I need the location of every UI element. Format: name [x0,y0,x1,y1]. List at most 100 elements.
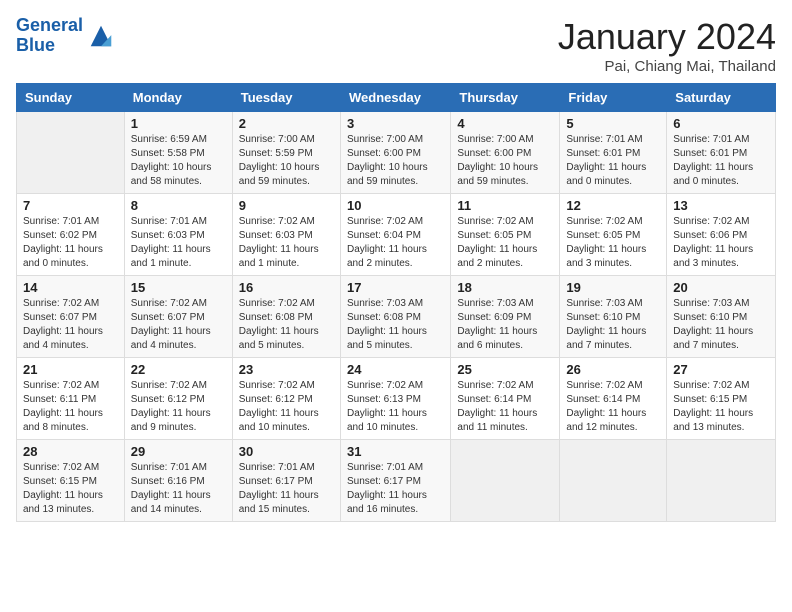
day-info: Sunrise: 7:02 AM Sunset: 6:15 PM Dayligh… [23,461,118,517]
day-cell: 6 Sunrise: 7:01 AM Sunset: 6:01 PM Daylig… [667,112,776,194]
day-number: 8 [131,198,226,213]
col-header-tuesday: Tuesday [232,84,340,112]
col-header-saturday: Saturday [667,84,776,112]
day-number: 1 [131,116,226,131]
week-row-2: 14 Sunrise: 7:02 AM Sunset: 6:07 PM Dayli… [17,276,776,358]
day-cell: 13 Sunrise: 7:02 AM Sunset: 6:06 PM Dayli… [667,194,776,276]
day-number: 7 [23,198,118,213]
day-cell [451,440,560,522]
day-info: Sunrise: 7:02 AM Sunset: 6:07 PM Dayligh… [131,297,226,353]
day-cell: 5 Sunrise: 7:01 AM Sunset: 6:01 PM Daylig… [560,112,667,194]
day-cell: 1 Sunrise: 6:59 AM Sunset: 5:58 PM Daylig… [124,112,232,194]
day-number: 18 [457,280,553,295]
day-cell: 27Sunrise: 7:02 AM Sunset: 6:15 PM Dayli… [667,358,776,440]
day-number: 6 [673,116,769,131]
day-info: Sunrise: 7:02 AM Sunset: 6:15 PM Dayligh… [673,379,769,435]
day-cell [667,440,776,522]
day-info: Sunrise: 7:01 AM Sunset: 6:16 PM Dayligh… [131,461,226,517]
day-info: Sunrise: 7:01 AM Sunset: 6:17 PM Dayligh… [347,461,444,517]
day-info: Sunrise: 7:01 AM Sunset: 6:01 PM Dayligh… [566,133,660,189]
day-info: Sunrise: 7:00 AM Sunset: 6:00 PM Dayligh… [457,133,553,189]
day-info: Sunrise: 7:03 AM Sunset: 6:10 PM Dayligh… [673,297,769,353]
header: General Blue January 2024 Pai, Chiang Ma… [16,16,776,75]
day-number: 10 [347,198,444,213]
day-cell: 16 Sunrise: 7:02 AM Sunset: 6:08 PM Dayli… [232,276,340,358]
day-number: 28 [23,444,118,459]
day-cell: 11 Sunrise: 7:02 AM Sunset: 6:05 PM Dayli… [451,194,560,276]
day-number: 2 [239,116,334,131]
day-info: Sunrise: 7:02 AM Sunset: 6:07 PM Dayligh… [23,297,118,353]
location: Pai, Chiang Mai, Thailand [558,58,776,75]
month-title: January 2024 [558,16,776,58]
day-info: Sunrise: 6:59 AM Sunset: 5:58 PM Dayligh… [131,133,226,189]
day-info: Sunrise: 7:02 AM Sunset: 6:06 PM Dayligh… [673,215,769,271]
day-cell: 26Sunrise: 7:02 AM Sunset: 6:14 PM Dayli… [560,358,667,440]
day-number: 13 [673,198,769,213]
day-cell: 8 Sunrise: 7:01 AM Sunset: 6:03 PM Daylig… [124,194,232,276]
day-cell: 12Sunrise: 7:02 AM Sunset: 6:05 PM Dayli… [560,194,667,276]
day-cell: 21 Sunrise: 7:02 AM Sunset: 6:11 PM Dayli… [17,358,125,440]
day-number: 15 [131,280,226,295]
day-number: 5 [566,116,660,131]
day-number: 11 [457,198,553,213]
day-info: Sunrise: 7:00 AM Sunset: 6:00 PM Dayligh… [347,133,444,189]
col-header-wednesday: Wednesday [340,84,450,112]
day-cell: 22 Sunrise: 7:02 AM Sunset: 6:12 PM Dayli… [124,358,232,440]
day-number: 16 [239,280,334,295]
day-cell: 7 Sunrise: 7:01 AM Sunset: 6:02 PM Daylig… [17,194,125,276]
day-info: Sunrise: 7:03 AM Sunset: 6:09 PM Dayligh… [457,297,553,353]
day-cell: 19 Sunrise: 7:03 AM Sunset: 6:10 PM Dayli… [560,276,667,358]
day-cell: 3 Sunrise: 7:00 AM Sunset: 6:00 PM Daylig… [340,112,450,194]
day-info: Sunrise: 7:01 AM Sunset: 6:01 PM Dayligh… [673,133,769,189]
day-info: Sunrise: 7:02 AM Sunset: 6:12 PM Dayligh… [131,379,226,435]
day-info: Sunrise: 7:02 AM Sunset: 6:12 PM Dayligh… [239,379,334,435]
title-area: January 2024 Pai, Chiang Mai, Thailand [558,16,776,75]
day-info: Sunrise: 7:02 AM Sunset: 6:04 PM Dayligh… [347,215,444,271]
col-header-monday: Monday [124,84,232,112]
day-info: Sunrise: 7:03 AM Sunset: 6:10 PM Dayligh… [566,297,660,353]
day-cell: 24Sunrise: 7:02 AM Sunset: 6:13 PM Dayli… [340,358,450,440]
col-header-thursday: Thursday [451,84,560,112]
day-info: Sunrise: 7:02 AM Sunset: 6:13 PM Dayligh… [347,379,444,435]
day-info: Sunrise: 7:02 AM Sunset: 6:05 PM Dayligh… [566,215,660,271]
day-cell: 14 Sunrise: 7:02 AM Sunset: 6:07 PM Dayli… [17,276,125,358]
calendar-table: SundayMondayTuesdayWednesdayThursdayFrid… [16,83,776,522]
day-number: 21 [23,362,118,377]
day-info: Sunrise: 7:02 AM Sunset: 6:05 PM Dayligh… [457,215,553,271]
day-number: 30 [239,444,334,459]
day-number: 31 [347,444,444,459]
week-row-0: 1 Sunrise: 6:59 AM Sunset: 5:58 PM Daylig… [17,112,776,194]
day-cell: 9Sunrise: 7:02 AM Sunset: 6:03 PM Daylig… [232,194,340,276]
day-info: Sunrise: 7:02 AM Sunset: 6:08 PM Dayligh… [239,297,334,353]
day-number: 20 [673,280,769,295]
day-number: 17 [347,280,444,295]
day-cell: 31 Sunrise: 7:01 AM Sunset: 6:17 PM Dayli… [340,440,450,522]
day-info: Sunrise: 7:01 AM Sunset: 6:02 PM Dayligh… [23,215,118,271]
day-cell: 10 Sunrise: 7:02 AM Sunset: 6:04 PM Dayli… [340,194,450,276]
day-number: 19 [566,280,660,295]
day-number: 22 [131,362,226,377]
day-info: Sunrise: 7:01 AM Sunset: 6:17 PM Dayligh… [239,461,334,517]
day-number: 4 [457,116,553,131]
week-row-3: 21 Sunrise: 7:02 AM Sunset: 6:11 PM Dayli… [17,358,776,440]
col-header-sunday: Sunday [17,84,125,112]
day-number: 3 [347,116,444,131]
day-cell: 23 Sunrise: 7:02 AM Sunset: 6:12 PM Dayli… [232,358,340,440]
week-row-4: 28 Sunrise: 7:02 AM Sunset: 6:15 PM Dayli… [17,440,776,522]
logo-text: General Blue [16,16,83,56]
day-cell [17,112,125,194]
day-number: 25 [457,362,553,377]
day-cell [560,440,667,522]
day-cell: 15 Sunrise: 7:02 AM Sunset: 6:07 PM Dayli… [124,276,232,358]
day-number: 14 [23,280,118,295]
day-cell: 28 Sunrise: 7:02 AM Sunset: 6:15 PM Dayli… [17,440,125,522]
day-info: Sunrise: 7:02 AM Sunset: 6:14 PM Dayligh… [566,379,660,435]
day-info: Sunrise: 7:01 AM Sunset: 6:03 PM Dayligh… [131,215,226,271]
day-cell: 29Sunrise: 7:01 AM Sunset: 6:16 PM Dayli… [124,440,232,522]
day-info: Sunrise: 7:02 AM Sunset: 6:03 PM Dayligh… [239,215,334,271]
day-number: 23 [239,362,334,377]
col-header-friday: Friday [560,84,667,112]
day-info: Sunrise: 7:00 AM Sunset: 5:59 PM Dayligh… [239,133,334,189]
day-info: Sunrise: 7:02 AM Sunset: 6:11 PM Dayligh… [23,379,118,435]
day-cell: 30 Sunrise: 7:01 AM Sunset: 6:17 PM Dayli… [232,440,340,522]
